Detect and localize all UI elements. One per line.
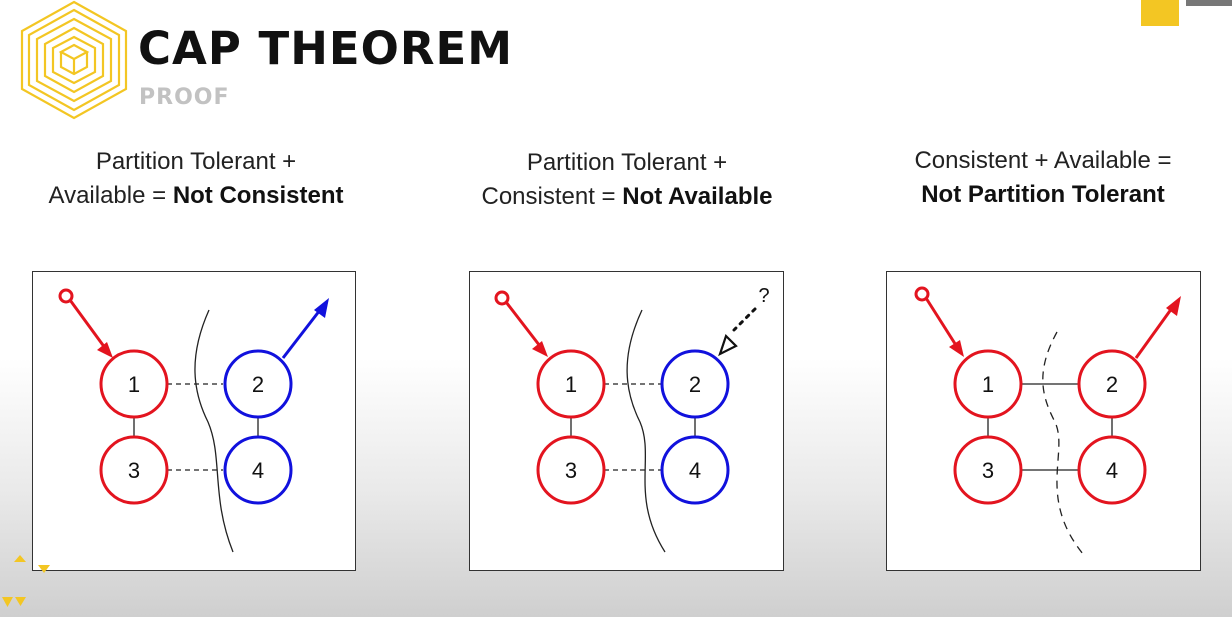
- diagram-panel-2: ? 1 2 3 4: [469, 271, 784, 571]
- node-1-label: 1: [128, 372, 140, 397]
- diagram-panel-1: 1 2 3 4: [32, 271, 356, 571]
- corner-bar: [1186, 0, 1232, 6]
- logo-icon: [20, 0, 128, 120]
- node-1-label: 1: [982, 372, 994, 397]
- diagram-panel-3: 1 2 3 4: [886, 271, 1201, 571]
- node-1: 1: [536, 349, 606, 419]
- client-read-arrow: [281, 298, 329, 359]
- page-title: CAP THEOREM: [138, 22, 514, 75]
- node-2: 2: [660, 349, 730, 419]
- node-3: 3: [953, 435, 1023, 505]
- node-2: 2: [223, 349, 293, 419]
- partition-line-dashed: [1042, 331, 1084, 555]
- node-2-label: 2: [689, 372, 701, 397]
- node-4-label: 4: [252, 458, 264, 483]
- node-2: 2: [1077, 349, 1147, 419]
- client-write-arrow: [494, 290, 548, 357]
- node-4: 4: [223, 435, 293, 505]
- page-subtitle: PROOF: [139, 85, 230, 110]
- partition-line: [626, 309, 666, 553]
- caption-2-line-1: Partition Tolerant +: [526, 149, 728, 176]
- client-read-arrow: [1134, 296, 1181, 359]
- caption-1-line-2: Available = Not Consistent: [48, 182, 344, 209]
- caption-1-line-1: Partition Tolerant +: [95, 148, 297, 175]
- node-4-label: 4: [1106, 458, 1118, 483]
- node-3-label: 3: [982, 458, 994, 483]
- node-2-label: 2: [252, 372, 264, 397]
- node-1: 1: [953, 349, 1023, 419]
- decorative-triangles-icon: [2, 555, 50, 607]
- node-3: 3: [99, 435, 169, 505]
- node-2-label: 2: [1106, 372, 1118, 397]
- node-4-label: 4: [689, 458, 701, 483]
- caption-3-line-1: Consistent + Available =: [914, 147, 1172, 174]
- caption-3-line-2: Not Partition Tolerant: [921, 181, 1165, 208]
- node-1-label: 1: [565, 372, 577, 397]
- partition-line: [194, 309, 234, 553]
- blocked-read-arrow: ?: [718, 285, 770, 357]
- node-3-label: 3: [565, 458, 577, 483]
- node-4: 4: [660, 435, 730, 505]
- corner-badge: [1141, 0, 1179, 26]
- caption-panel-3: Consistent + Available = Not Partition T…: [863, 144, 1223, 212]
- client-write-arrow: [58, 288, 113, 358]
- node-3-label: 3: [128, 458, 140, 483]
- node-1: 1: [99, 349, 169, 419]
- caption-panel-1: Partition Tolerant + Available = Not Con…: [16, 145, 376, 213]
- caption-2-line-2: Consistent = Not Available: [481, 183, 773, 210]
- node-3: 3: [536, 435, 606, 505]
- client-write-arrow: [914, 286, 964, 357]
- node-4: 4: [1077, 435, 1147, 505]
- query-mark: ?: [758, 285, 769, 307]
- caption-panel-2: Partition Tolerant + Consistent = Not Av…: [447, 146, 807, 214]
